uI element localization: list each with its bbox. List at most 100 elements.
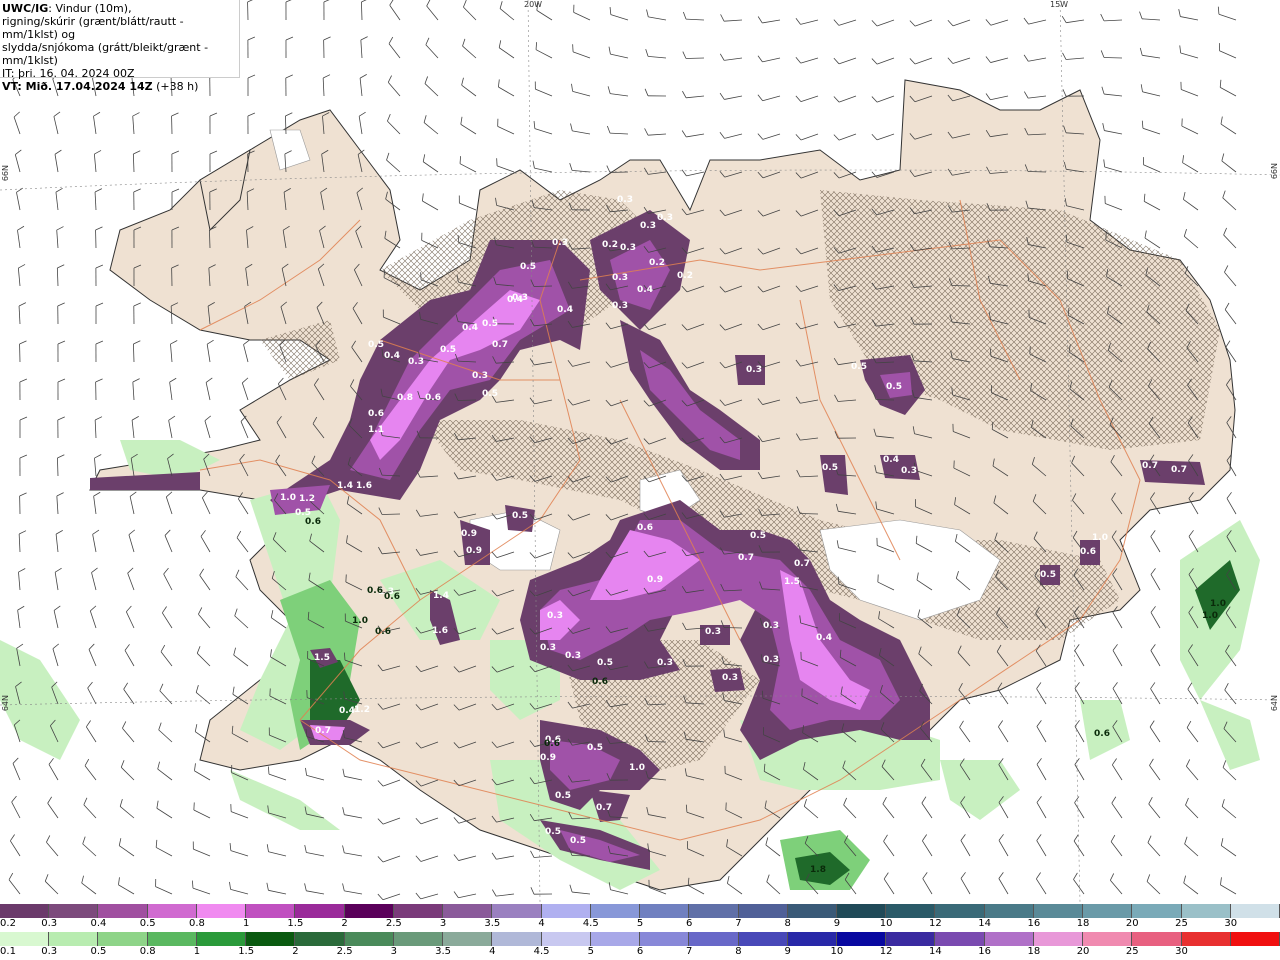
rain-tick-label: 9 [784, 946, 791, 957]
rain-swatch [443, 932, 493, 946]
model-title: UWC/IG [2, 2, 49, 15]
snow-value: 0.3 [901, 466, 917, 476]
snow-value: 0.3 [408, 357, 424, 367]
snow-value: 0.2 [649, 258, 665, 268]
snow-tick-label: 5 [636, 918, 644, 929]
rain-tick-label: 3.5 [435, 946, 452, 957]
snow-tick-label: 0.3 [41, 918, 58, 929]
rain-tick-label: 6 [636, 946, 644, 957]
snow-value: 1.0 [1092, 533, 1108, 543]
snow-value: 0.5 [886, 382, 902, 392]
snow-value: 1.4 [433, 591, 449, 601]
snow-value: 0.6 [1080, 547, 1096, 557]
snow-value: 0.3 [657, 658, 673, 668]
snow-value: 0.3 [512, 293, 528, 303]
snow-swatch [886, 904, 936, 918]
snow-value: 0.6 [425, 393, 441, 403]
snow-value: 0.8 [397, 393, 413, 403]
rain-swatch [984, 932, 1034, 946]
snow-swatch [590, 904, 641, 918]
rain-value: 0.6 [367, 586, 383, 596]
rain-tick-label: 20 [1076, 946, 1090, 957]
rain-value: 0.6 [592, 677, 608, 687]
snow-swatch [344, 904, 394, 918]
rain-tick-label: 0.5 [90, 946, 107, 957]
snow-tick-label: 9 [833, 918, 841, 929]
rain-tick-label: 30 [1175, 946, 1188, 957]
snow-value: 0.9 [647, 575, 663, 585]
snow-tick-label: 8 [784, 918, 791, 929]
lat-label-66n-right: 66N [1270, 163, 1279, 180]
snow-value: 0.3 [763, 621, 779, 631]
snow-value: 0.7 [315, 726, 331, 736]
snow-swatch [0, 904, 50, 918]
snow-value: 0.4 [816, 633, 832, 643]
rain-tick-label: 25 [1125, 946, 1139, 957]
snow-value: 0.3 [617, 195, 633, 205]
snow-swatch [295, 904, 345, 918]
title-rest: : Vindur (10m), [48, 2, 132, 15]
snow-tick-label: 14 [978, 918, 991, 929]
snow-value: 1.4 [337, 481, 353, 491]
snow-swatch [98, 904, 148, 918]
lat-label-66n-left: 66N [1, 165, 10, 182]
rain-value: 1.0 [352, 616, 368, 626]
snow-value: 0.5 [482, 319, 498, 329]
snow-tick-label: 10 [879, 918, 893, 929]
snow-tick-label: 25 [1175, 918, 1188, 929]
snow-swatch [1181, 904, 1231, 918]
rain-swatch [1181, 932, 1231, 946]
snow-value: 0.5 [440, 345, 456, 355]
legend-line-rain: rigning/skúrir (grænt/blátt/rautt - mm/1… [2, 15, 184, 41]
forecast-offset: (+38 h) [156, 80, 199, 93]
snow-tick-label: 20 [1125, 918, 1139, 929]
snow-tick-label: 2 [341, 918, 348, 929]
rain-swatch [49, 932, 99, 946]
snow-swatch [836, 904, 887, 918]
snow-tick-label: 1 [242, 918, 250, 929]
rain-tick-label: 10 [830, 946, 844, 957]
rain-tick-label: 12 [879, 946, 893, 957]
rain-tick-label: 0.3 [41, 946, 58, 957]
snow-value: 0.3 [746, 365, 762, 375]
map-info-panel: UWC/IG: Vindur (10m), rigning/skúrir (gr… [0, 0, 240, 93]
rain-tick-label: 2.5 [336, 946, 353, 957]
snow-value: 0.5 [512, 511, 528, 521]
snow-value: 0.3 [763, 655, 779, 665]
snow-value: 1.6 [356, 481, 372, 491]
rain-tick-label: 4 [489, 946, 496, 957]
snow-value: 0.3 [472, 371, 488, 381]
snow-value: 0.5 [587, 743, 603, 753]
snow-tick-label: 0.5 [139, 918, 156, 929]
snow-value: 0.5 [750, 531, 766, 541]
snow-swatch [1033, 904, 1084, 918]
rain-tick-label: 1.5 [238, 946, 255, 957]
snow-swatch [492, 904, 542, 918]
rain-swatch [640, 932, 690, 946]
snow-value: 0.7 [1171, 465, 1187, 475]
snow-swatch [640, 904, 690, 918]
snow-tick-label: 1.5 [287, 918, 304, 929]
snow-value: 0.3 [540, 643, 556, 653]
snow-value: 0.3 [657, 213, 673, 223]
snow-value: 1.0 [280, 493, 296, 503]
rain-swatch [590, 932, 641, 946]
rain-swatch [196, 932, 247, 946]
snow-swatch [541, 904, 591, 918]
rain-swatch [0, 932, 50, 946]
snow-tick-label: 4 [538, 918, 545, 929]
rain-value: 0.6 [544, 739, 560, 749]
snow-swatch [689, 904, 739, 918]
legend-line-snow: slydda/snjókoma (grátt/bleikt/grænt - mm… [2, 41, 209, 67]
valid-time: VT: Mið. 17.04.2024 14Z [2, 80, 153, 93]
snow-tick-label: 16 [1027, 918, 1041, 929]
rain-swatch [1033, 932, 1084, 946]
snow-value: 0.4 [384, 351, 400, 361]
snow-swatch [787, 904, 837, 918]
snow-value: 0.5 [368, 340, 384, 350]
snow-value: 0.3 [705, 627, 721, 637]
rain-swatch [246, 932, 296, 946]
snow-value: 0.5 [1040, 570, 1056, 580]
snow-swatch [393, 904, 444, 918]
snow-value: 0.3 [620, 243, 636, 253]
